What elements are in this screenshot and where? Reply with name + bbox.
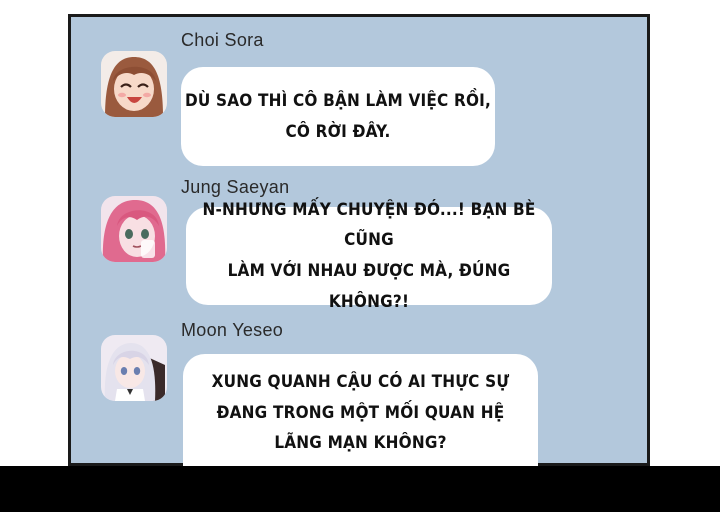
girl-brown-hair-laughing-avatar-icon [101,51,167,117]
message-text: DÙ SAO THÌ CÔ BẬN LÀM VIỆC RỒI, CÔ RỜI Đ… [184,90,492,142]
message-bubble: DÙ SAO THÌ CÔ BẬN LÀM VIỆC RỒI, CÔ RỜI Đ… [181,67,495,166]
bottom-black-bar [0,466,720,512]
girl-pink-hair-avatar-icon [101,196,167,262]
sender-name: Choi Sora [181,30,264,50]
girl-white-hair-avatar-icon [101,335,167,401]
sender-name: Moon Yeseo [181,320,284,340]
avatar-jung-saeyan[interactable] [101,196,167,262]
message-text: N-NHƯNG MẤY CHUYỆN ĐÓ...! BẠN BÈ CŨNG LÀ… [202,199,536,312]
avatar-choi-sora[interactable] [101,51,167,117]
message-bubble: XUNG QUANH CẬU CÓ AI THỰC SỰ ĐANG TRONG … [183,354,538,466]
message-bubble: N-NHƯNG MẤY CHUYỆN ĐÓ...! BẠN BÈ CŨNG LÀ… [186,200,552,312]
message-text: XUNG QUANH CẬU CÓ AI THỰC SỰ ĐANG TRONG … [211,372,510,454]
avatar-moon-yeseo[interactable] [101,335,167,401]
